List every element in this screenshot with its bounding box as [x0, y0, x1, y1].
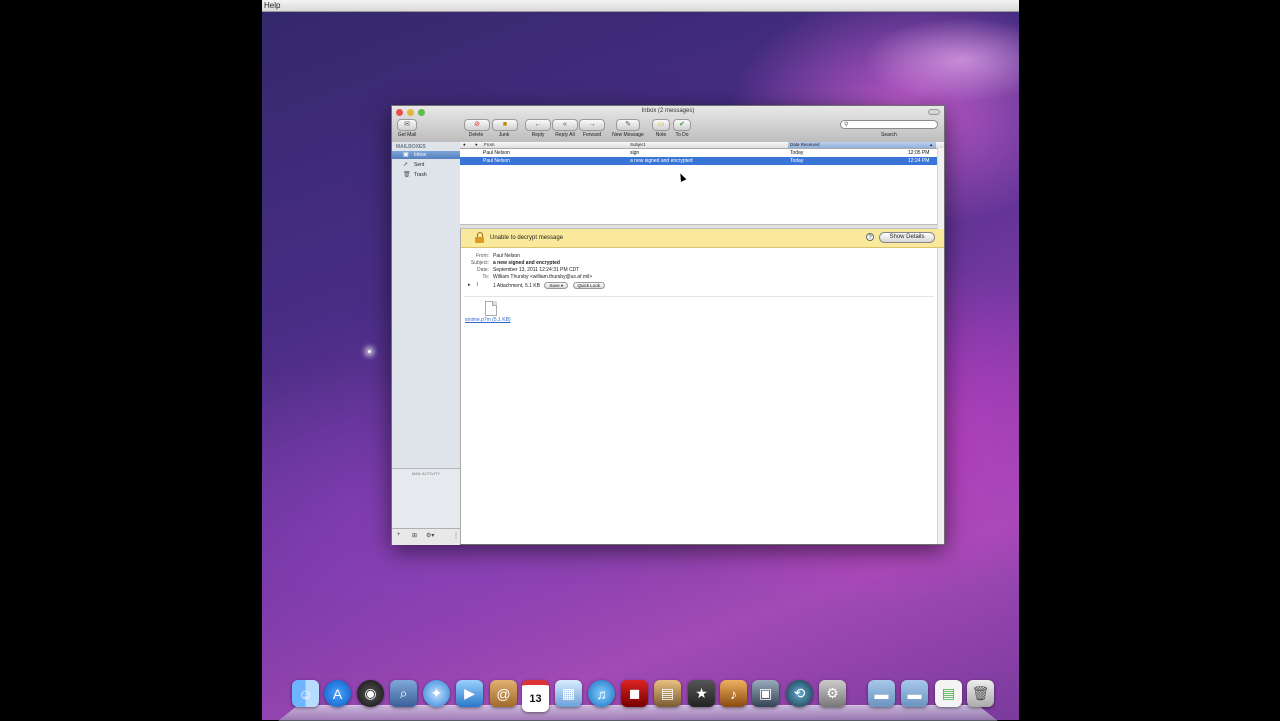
disclosure-triangle-icon[interactable]: ▸ [468, 282, 471, 289]
address-book-icon[interactable]: @ [490, 680, 517, 707]
system-preferences-icon[interactable]: ⚙ [819, 680, 846, 707]
toolbar-toggle-button[interactable] [928, 109, 940, 115]
forward-arrow-icon: → [579, 119, 605, 131]
save-attachment-button[interactable]: Save ▾ [544, 282, 569, 289]
show-hide-button[interactable]: ⊞ [412, 532, 417, 539]
show-details-button[interactable]: Show Details [879, 232, 935, 243]
search-input[interactable]: ⚲ [840, 120, 938, 129]
window-title: Inbox (2 messages) [641, 108, 695, 114]
reply-button[interactable]: ← Reply [525, 119, 551, 138]
header-to: To: William Thursby <william.thursby@us.… [482, 274, 593, 280]
attachment-link[interactable]: smime.p7m (5.1 KB) [465, 317, 511, 323]
header-from: From: Paul Nelson [475, 253, 520, 259]
delete-icon: ⊘ [464, 119, 490, 131]
header-subject: Subject: a new signed and encrypted [470, 260, 560, 266]
message-list-header: ● ● From Subject Date Received ▴ [460, 142, 944, 149]
itunes-icon[interactable]: ♫ [588, 680, 615, 707]
paperclip-icon: ⌇ [476, 282, 479, 288]
trash-can-icon[interactable]: 🗑 [967, 680, 994, 707]
finder-icon[interactable]: ☺ [292, 680, 319, 707]
image-capture-icon[interactable]: ▣ [752, 680, 779, 707]
reply-all-arrow-icon: « [552, 119, 578, 131]
envelope-icon: ✉ [397, 119, 417, 131]
preview-icon[interactable]: ⌕ [390, 680, 417, 707]
table-row-selected[interactable]: Paul Nelson a new signed and encrypted T… [460, 157, 937, 165]
resize-handle[interactable]: ⋮ [453, 532, 459, 539]
menu-bar[interactable]: Help [262, 0, 1019, 12]
column-from[interactable]: From [484, 142, 495, 148]
mailbox-sidebar: MAILBOXES ▣ Inbox ➚ Sent 🗑 Trash MAIL AC… [392, 142, 461, 545]
todo-button[interactable]: ✔ To Do [672, 119, 692, 138]
sort-ascending-icon[interactable]: ▴ [930, 142, 932, 148]
inbox-icon: ▣ [403, 152, 409, 158]
iphoto-icon[interactable]: ▦ [555, 680, 582, 707]
mail-window: Inbox (2 messages) ✉ Get Mail ⊘ Delete ■… [391, 105, 945, 545]
vertical-scrollbar[interactable] [937, 148, 944, 544]
sent-icon: ➚ [403, 162, 409, 168]
gear-icon[interactable]: ⚙▾ [426, 532, 434, 539]
dashboard-icon[interactable]: ◉ [357, 680, 384, 707]
photo-booth-icon[interactable]: ◼ [621, 680, 648, 707]
attachment-file-icon[interactable] [485, 301, 497, 316]
documents-folder-icon[interactable]: ▬ [901, 680, 928, 707]
trash-icon: 🗑 [403, 172, 411, 178]
note-icon: ▭ [652, 119, 670, 131]
document-icon[interactable]: ▤ [935, 680, 962, 707]
dock: ☺ A ◉ ⌕ ✦ ▶ @ 13 ▦ ♫ ◼ ▤ ★ ♪ ▣ ⟲ ⚙ ▬ ▬ ▤… [0, 680, 1280, 712]
window-titlebar[interactable]: Inbox (2 messages) ✉ Get Mail ⊘ Delete ■… [392, 106, 944, 143]
get-mail-button[interactable]: ✉ Get Mail [395, 119, 419, 138]
banner-message: Unable to decrypt message [490, 235, 564, 241]
new-message-button[interactable]: ✎ New Message [610, 119, 646, 138]
note-button[interactable]: ▭ Note [652, 119, 670, 138]
attachment-row: ▸ ⌇ 1 Attachment, 5.1 KB Save ▾ Quick Lo… [461, 282, 937, 289]
imovie-icon[interactable]: ★ [688, 680, 715, 707]
garageband-icon[interactable]: ♪ [720, 680, 747, 707]
read-status-icon[interactable]: ● [463, 142, 466, 148]
iphoto-library-icon[interactable]: ▤ [654, 680, 681, 707]
mailboxes-header: MAILBOXES [396, 144, 426, 150]
help-button[interactable]: ? [866, 233, 874, 241]
ical-icon[interactable]: 13 [522, 680, 549, 712]
table-row[interactable]: Paul Nelson sign Today 12:05 PM [460, 149, 937, 157]
applications-folder-icon[interactable]: ▬ [868, 680, 895, 707]
search-label: Search [881, 132, 897, 138]
checkmark-icon: ✔ [673, 119, 691, 131]
sidebar-item-inbox[interactable]: ▣ Inbox [392, 151, 460, 159]
junk-icon: ■ [492, 119, 518, 131]
flag-column-icon[interactable]: ● [475, 142, 478, 148]
message-list: ● ● From Subject Date Received ▴ Paul Ne… [460, 142, 944, 224]
magnifier-icon: ⚲ [844, 122, 849, 128]
junk-button[interactable]: ■ Junk [492, 119, 518, 138]
reply-all-button[interactable]: « Reply All [552, 119, 578, 138]
header-date: Date: September 13, 2011 12:24:31 PM CDT [477, 267, 580, 273]
facetime-icon[interactable]: ▶ [456, 680, 483, 707]
lock-icon [475, 232, 484, 243]
sidebar-item-trash[interactable]: 🗑 Trash [392, 171, 460, 179]
compose-icon: ✎ [616, 119, 640, 131]
header-divider [464, 296, 934, 297]
add-mailbox-button[interactable]: + [397, 532, 401, 538]
forward-button[interactable]: → Forward [579, 119, 605, 138]
time-machine-icon[interactable]: ⟲ [786, 680, 813, 707]
sidebar-item-sent[interactable]: ➚ Sent [392, 161, 460, 169]
reply-arrow-icon: ← [525, 119, 551, 131]
wallpaper-star [368, 350, 371, 353]
safari-icon[interactable]: ✦ [423, 680, 450, 707]
app-store-icon[interactable]: A [324, 680, 351, 707]
sidebar-footer: + ⊞ ⚙▾ ⋮ [392, 528, 460, 545]
decrypt-error-banner: Unable to decrypt message ? Show Details [461, 229, 944, 248]
quick-look-button[interactable]: Quick Look [572, 282, 606, 289]
delete-button[interactable]: ⊘ Delete [464, 119, 490, 138]
menu-help[interactable]: Help [264, 1, 280, 10]
mail-activity-pane: MAIL ACTIVITY [392, 468, 460, 529]
mail-activity-header: MAIL ACTIVITY [411, 471, 441, 476]
column-subject[interactable]: Subject [630, 142, 645, 148]
column-date-received[interactable]: Date Received [790, 142, 820, 148]
